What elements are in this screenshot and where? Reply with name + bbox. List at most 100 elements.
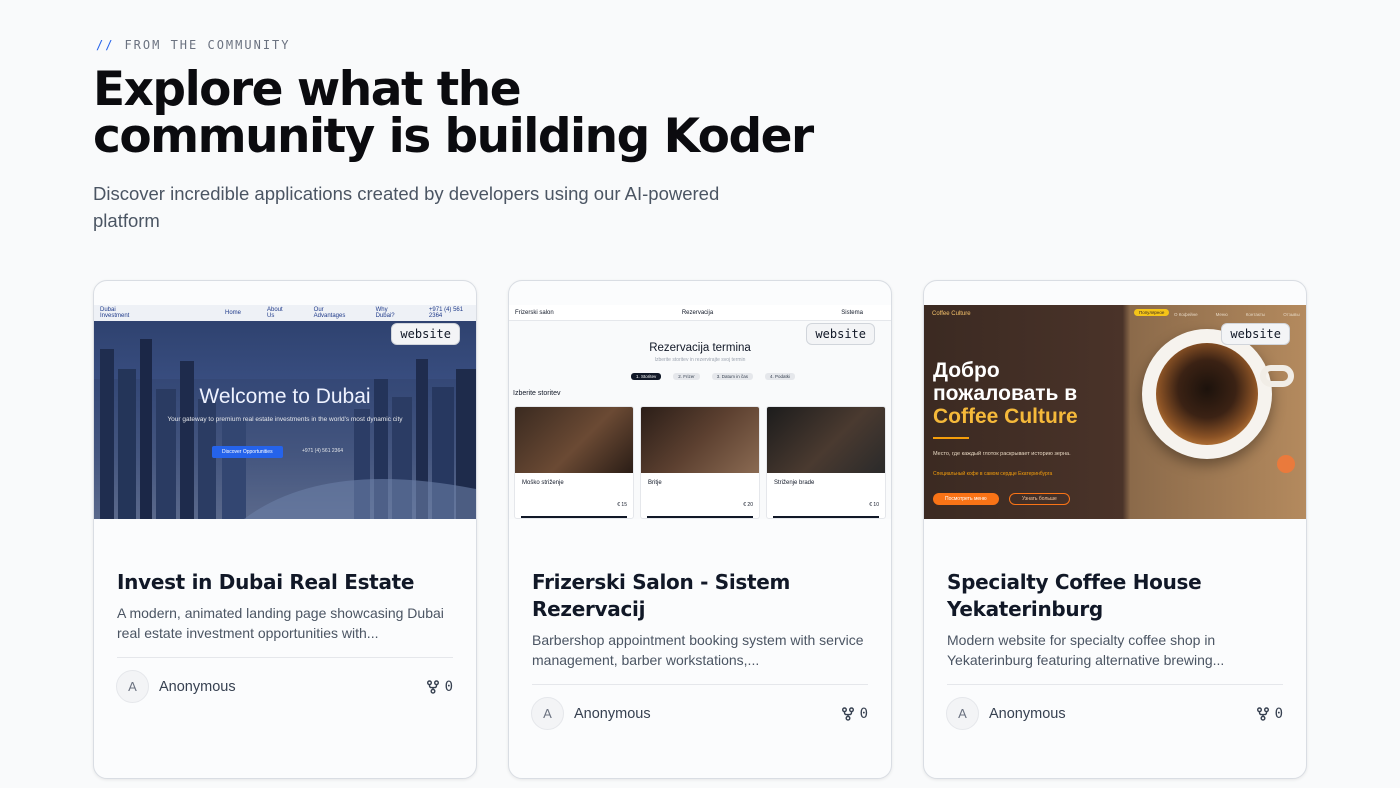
service-price: € 20 [743, 502, 753, 508]
service-name: Britje [648, 480, 662, 486]
service-photo [641, 407, 759, 473]
cup-handle [1260, 365, 1294, 387]
preview-cta-button: Discover Opportunities [212, 446, 283, 458]
preview-accent-text: Специальный кофе в самом сердце Екатерин… [933, 471, 1053, 477]
preview-nav-item: Our Advantages [313, 307, 346, 319]
preview-nav-item: Отзывы [1283, 312, 1300, 317]
card-title[interactable]: Invest in Dubai Real Estate [117, 569, 453, 596]
service-price: € 10 [869, 502, 879, 508]
preview-headline-line: Coffee Culture [933, 405, 1078, 428]
service-photo [767, 407, 885, 473]
fork-icon [1256, 706, 1269, 721]
avatar: A [531, 697, 564, 730]
type-tag: website [806, 323, 875, 345]
preview-step: 2. Frizer [673, 373, 700, 380]
project-preview-image: Dubai Investment Home About Us Our Advan… [94, 305, 476, 519]
project-card-coffee[interactable]: Coffee Culture Популярное О Кофейне Меню… [923, 280, 1307, 779]
fork-count[interactable]: 0 [1256, 706, 1283, 722]
preview-nav-item: Why Dubai? [375, 307, 395, 319]
service-photo [515, 407, 633, 473]
card-footer: A Anonymous 0 [946, 684, 1283, 730]
service-button [647, 516, 753, 518]
preview-service-tile: Britje € 20 [640, 406, 760, 519]
preview-divider [933, 437, 969, 439]
page-title: Explore what the community is building K… [93, 66, 853, 160]
eyebrow-label: FROM THE COMMUNITY [124, 38, 291, 52]
service-button [773, 516, 879, 518]
preview-headline: Welcome to Dubai [199, 385, 371, 408]
preview-secondary-button: Узнать больше [1009, 493, 1070, 505]
fork-count-value: 0 [444, 678, 453, 695]
author: A Anonymous [531, 697, 651, 730]
fork-count-value: 0 [859, 705, 868, 722]
preview-step: 1. Storitev [631, 373, 662, 380]
project-preview-image: Frizerski salon Rezervacija Sistema Reze… [509, 305, 891, 519]
preview-nav-center: Rezervacija [681, 309, 714, 316]
preview-brand: Coffee Culture [932, 311, 971, 317]
card-footer: A Anonymous 0 [531, 684, 868, 730]
card-body: Frizerski Salon - Sistem Rezervacij Barb… [531, 569, 868, 730]
preview-pill: Популярное [1134, 309, 1170, 316]
project-card-salon[interactable]: Frizerski salon Rezervacija Sistema Reze… [508, 280, 892, 779]
fork-count-value: 0 [1274, 705, 1283, 722]
preview-nav-item: Контакты [1245, 312, 1266, 317]
service-name: Striženje brade [774, 480, 815, 486]
card-description: A modern, animated landing page showcasi… [117, 605, 444, 641]
preview-text: Место, где каждый глоток раскрывает исто… [933, 451, 1071, 457]
preview-brand: Frizerski salon [515, 309, 554, 316]
type-tag: website [1221, 323, 1290, 345]
preview-navbar: Dubai Investment Home About Us Our Advan… [94, 305, 476, 321]
type-tag: website [391, 323, 460, 345]
service-name: Moško striženje [522, 480, 564, 486]
camera-icon [1277, 455, 1295, 473]
fork-count[interactable]: 0 [426, 679, 453, 695]
service-price: € 15 [617, 502, 627, 508]
author-name: Anonymous [159, 678, 236, 695]
preview-nav-item: Меню [1215, 312, 1228, 317]
preview-navbar: Frizerski salon Rezervacija Sistema [509, 305, 891, 321]
project-card-dubai[interactable]: Dubai Investment Home About Us Our Advan… [93, 280, 477, 779]
preview-subheading: Izberite storitev in rezervirajte svoj t… [654, 357, 746, 363]
author-name: Anonymous [989, 705, 1066, 722]
card-title[interactable]: Specialty Coffee House Yekaterinburg [947, 569, 1283, 623]
preview-nav-right: Sistema [841, 309, 863, 316]
page-title-line-1: Explore what the [93, 62, 522, 117]
card-title[interactable]: Frizerski Salon - Sistem Rezervacij [532, 569, 868, 623]
preview-headline: Добро пожаловать в Coffee Culture [933, 359, 1078, 428]
preview-nav-item: О Кофейне [1174, 312, 1198, 317]
author-name: Anonymous [574, 705, 651, 722]
avatar: A [946, 697, 979, 730]
preview-service-tile: Striženje brade € 10 [766, 406, 886, 519]
card-description: Barbershop appointment booking system wi… [532, 632, 864, 668]
coffee-crema [1156, 343, 1258, 445]
avatar: A [116, 670, 149, 703]
author: A Anonymous [946, 697, 1066, 730]
section-eyebrow: // FROM THE COMMUNITY [96, 38, 291, 52]
preview-headline-line: Добро [933, 359, 1000, 382]
eyebrow-slashes: // [96, 38, 115, 52]
preview-headline-line: пожаловать в [933, 382, 1078, 405]
preview-step: 3. Datum in čas [711, 373, 754, 380]
page-subtitle: Discover incredible applications created… [93, 183, 720, 231]
fork-icon [426, 679, 439, 694]
skyline-illustration [94, 339, 476, 519]
preview-section-title: Izberite storitev [513, 390, 561, 397]
project-preview-image: Coffee Culture Популярное О Кофейне Меню… [924, 305, 1306, 519]
fork-icon [841, 706, 854, 721]
fork-count[interactable]: 0 [841, 706, 868, 722]
preview-steps: 1. Storitev 2. Frizer 3. Datum in čas 4.… [631, 373, 796, 380]
service-button [521, 516, 627, 518]
preview-brand: Dubai Investment [100, 307, 130, 319]
preview-phone: +971 (4) 561 2364 [428, 307, 464, 319]
card-description: Modern website for specialty coffee shop… [947, 632, 1225, 668]
card-body: Invest in Dubai Real Estate A modern, an… [116, 569, 453, 703]
author: A Anonymous [116, 670, 236, 703]
preview-nav-item: Home [225, 310, 242, 316]
preview-subline: Your gateway to premium real estate inve… [167, 416, 403, 423]
preview-step: 4. Podatki [765, 373, 796, 380]
preview-service-tile: Moško striženje € 15 [514, 406, 634, 519]
preview-cta-phone: +971 (4) 561 2364 [302, 448, 344, 454]
preview-primary-button: Посмотреть меню [933, 493, 999, 505]
card-body: Specialty Coffee House Yekaterinburg Mod… [946, 569, 1283, 730]
preview-nav-item: About Us [267, 307, 283, 319]
